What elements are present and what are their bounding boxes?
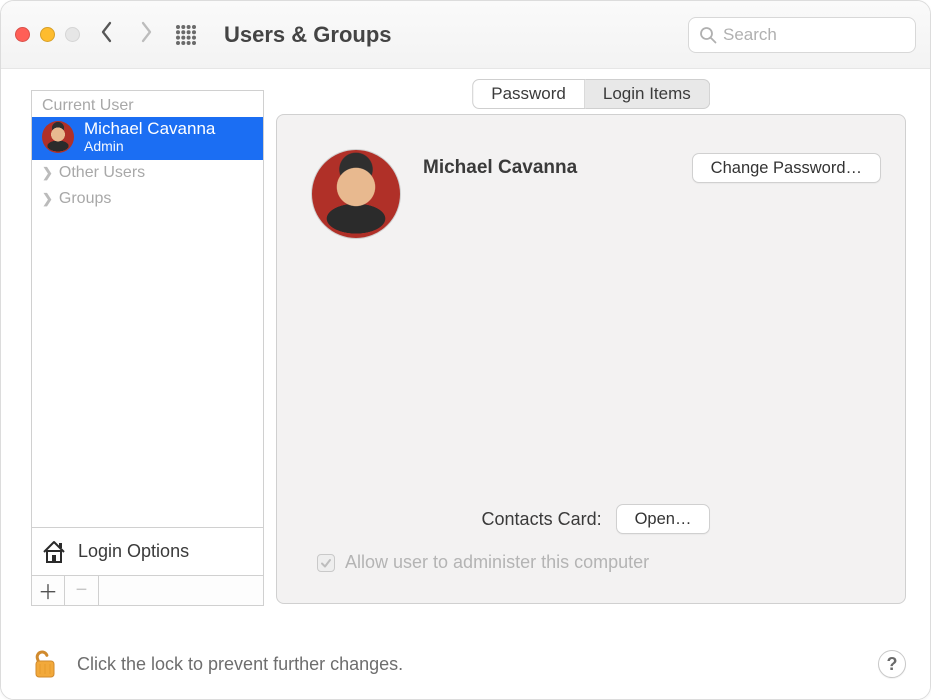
forward-button[interactable]: [132, 19, 160, 51]
sidebar-section-groups[interactable]: ❯ Groups: [32, 186, 263, 212]
unlocked-lock-icon: [31, 647, 59, 681]
minimize-window-button[interactable]: [40, 27, 55, 42]
change-password-button[interactable]: Change Password…: [692, 153, 881, 183]
contacts-card-label: Contacts Card:: [482, 509, 602, 530]
user-header: Michael Cavanna Change Password…: [277, 115, 905, 239]
remove-user-button: −: [65, 576, 99, 606]
sidebar-section-label: Other Users: [59, 164, 145, 182]
minus-icon: −: [76, 579, 88, 602]
sidebar-user-selected[interactable]: Michael Cavanna Admin: [32, 117, 263, 160]
chevron-left-icon: [99, 18, 114, 52]
show-all-preferences-button[interactable]: [172, 21, 200, 49]
sidebar-user-name: Michael Cavanna: [84, 120, 215, 139]
window-title: Users & Groups: [224, 22, 392, 48]
chevron-right-icon: ❯: [42, 191, 53, 207]
search-icon: [699, 26, 717, 44]
admin-checkbox: [317, 554, 335, 572]
sidebar-user-role: Admin: [84, 139, 215, 154]
add-user-button[interactable]: ＋: [31, 576, 65, 606]
close-window-button[interactable]: [15, 27, 30, 42]
checkmark-icon: [320, 557, 332, 569]
house-icon: [40, 538, 68, 566]
main-pane: Password Login Items Michael Cavanna Cha…: [276, 90, 906, 699]
open-contacts-card-button[interactable]: Open…: [616, 504, 711, 534]
login-options-row[interactable]: Login Options: [32, 527, 263, 575]
titlebar: Users & Groups: [1, 1, 930, 69]
admin-checkbox-label: Allow user to administer this computer: [345, 552, 649, 573]
chevron-right-icon: [139, 18, 154, 52]
tab-login-items[interactable]: Login Items: [585, 79, 710, 109]
users-sidebar: Current User Michael Cavanna Admin ❯ Oth…: [31, 90, 264, 576]
user-avatar[interactable]: [311, 149, 401, 239]
contacts-card-row: Contacts Card: Open…: [311, 504, 881, 534]
preferences-window: Users & Groups Current User Michael Cava…: [0, 0, 931, 700]
admin-checkbox-row: Allow user to administer this computer: [311, 552, 881, 573]
sidebar-section-other-users[interactable]: ❯ Other Users: [32, 160, 263, 186]
footer: Click the lock to prevent further change…: [31, 647, 906, 681]
tab-password[interactable]: Password: [472, 79, 585, 109]
sidebar-actions: ＋ −: [31, 576, 264, 606]
chevron-right-icon: ❯: [42, 165, 53, 181]
tab-bar: Password Login Items: [472, 79, 710, 109]
window-controls: [15, 27, 80, 42]
help-button[interactable]: ?: [878, 650, 906, 678]
lock-button[interactable]: [31, 647, 59, 681]
lock-message: Click the lock to prevent further change…: [77, 654, 403, 675]
grid-icon: [175, 24, 197, 46]
user-display-name: Michael Cavanna: [423, 157, 577, 179]
search-field[interactable]: [688, 17, 916, 53]
search-input[interactable]: [723, 25, 931, 45]
content-area: Current User Michael Cavanna Admin ❯ Oth…: [1, 69, 930, 699]
back-button[interactable]: [92, 19, 120, 51]
password-pane: Michael Cavanna Change Password… Contact…: [276, 114, 906, 604]
avatar-small: [42, 121, 74, 153]
login-options-label: Login Options: [78, 541, 189, 562]
sidebar-section-label: Groups: [59, 190, 111, 208]
zoom-window-button-disabled: [65, 27, 80, 42]
sidebar-actions-spacer: [99, 576, 264, 606]
plus-icon: ＋: [38, 576, 58, 605]
sidebar-header-current-user: Current User: [32, 91, 263, 117]
